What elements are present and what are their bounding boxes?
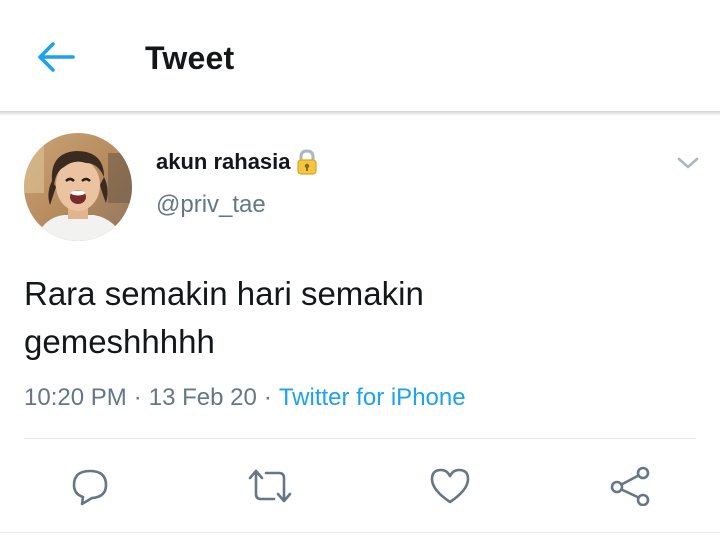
author-name-row[interactable]: akun rahasia bbox=[156, 146, 319, 178]
retweet-icon bbox=[248, 469, 292, 503]
app-header: Tweet bbox=[0, 0, 720, 112]
tweet-detail-screen: Tweet akun rahasia @priv_tae Rara semaki… bbox=[0, 0, 720, 539]
tweet-text-line: gemeshhhhh bbox=[24, 323, 215, 360]
share-button[interactable] bbox=[604, 460, 656, 512]
page-title: Tweet bbox=[145, 40, 235, 76]
divider bbox=[24, 438, 696, 439]
heart-icon bbox=[430, 468, 470, 504]
tweet-text-line: Rara semakin hari semakin bbox=[24, 275, 424, 312]
share-icon bbox=[610, 466, 650, 506]
back-button[interactable] bbox=[28, 31, 84, 83]
tweet-meta: 10:20 PM · 13 Feb 20 · Twitter for iPhon… bbox=[24, 380, 466, 416]
tweet-time: 10:20 PM bbox=[24, 384, 127, 411]
tweet-text: Rara semakin hari semakin gemeshhhhh bbox=[24, 270, 664, 366]
like-button[interactable] bbox=[424, 460, 476, 512]
tweet-date: 13 Feb 20 bbox=[148, 384, 257, 411]
reply-button[interactable] bbox=[64, 460, 116, 512]
tweet-menu-button[interactable] bbox=[672, 148, 704, 178]
meta-separator: · bbox=[263, 384, 272, 411]
bottom-divider bbox=[0, 532, 720, 533]
user-handle[interactable]: @priv_tae bbox=[156, 190, 266, 220]
tweet-source-link[interactable]: Twitter for iPhone bbox=[279, 384, 466, 412]
retweet-button[interactable] bbox=[244, 460, 296, 512]
meta-separator: · bbox=[133, 384, 142, 411]
profile-photo bbox=[24, 133, 132, 241]
reply-icon bbox=[72, 469, 108, 506]
chevron-down-icon bbox=[677, 157, 699, 169]
header-divider bbox=[0, 111, 720, 116]
avatar[interactable] bbox=[24, 133, 132, 241]
arrow-left-icon bbox=[38, 42, 75, 72]
lock-emoji-icon bbox=[296, 149, 317, 175]
display-name: akun rahasia bbox=[156, 149, 291, 174]
